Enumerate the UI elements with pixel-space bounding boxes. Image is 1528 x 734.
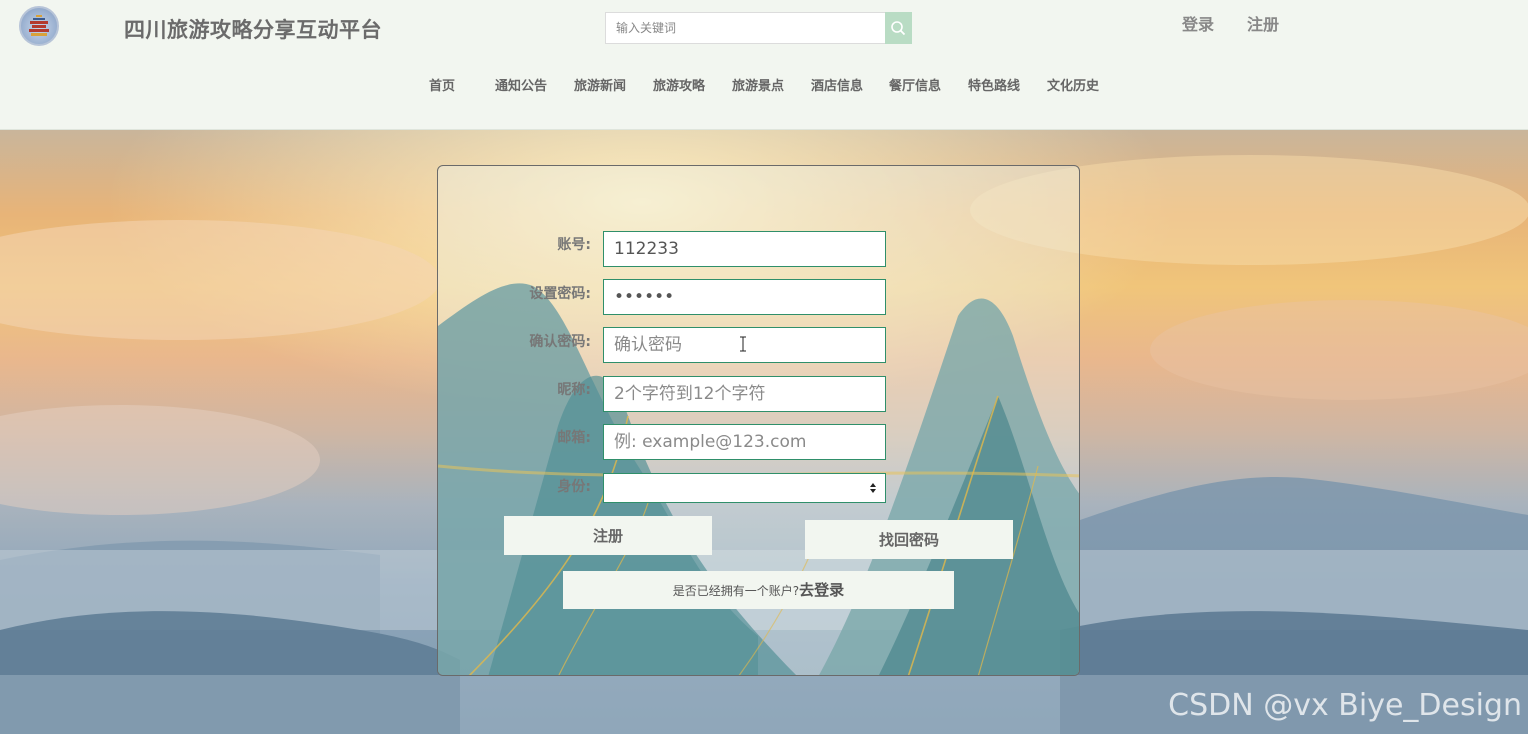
email-field[interactable] (603, 424, 886, 460)
nav-item-notices[interactable]: 通知公告 (495, 75, 547, 94)
password-field[interactable] (603, 279, 886, 315)
nav-item-news[interactable]: 旅游新闻 (574, 75, 626, 94)
email-label: 邮箱: (557, 430, 591, 446)
register-link[interactable]: 注册 (1247, 11, 1279, 35)
nickname-label: 昵称: (557, 382, 591, 398)
identity-label: 身份: (557, 479, 591, 495)
nav-item-restaurants[interactable]: 餐厅信息 (889, 75, 941, 94)
search-icon (891, 21, 906, 36)
nav-item-guides[interactable]: 旅游攻略 (653, 75, 705, 94)
go-login-link[interactable]: 是否已经拥有一个账户?去登录 (563, 571, 954, 609)
site-title: 四川旅游攻略分享互动平台 (124, 18, 382, 42)
nav-item-routes[interactable]: 特色路线 (968, 75, 1020, 94)
nav-item-home[interactable]: 首页 (429, 75, 455, 94)
password-label: 设置密码: (529, 286, 591, 302)
go-login-text[interactable]: 去登录 (799, 581, 844, 599)
search-bar (605, 12, 912, 44)
nav-item-attractions[interactable]: 旅游景点 (732, 75, 784, 94)
confirm-password-label: 确认密码: (529, 334, 591, 350)
account-label: 账号: (557, 237, 591, 253)
main-nav: 首页 通知公告 旅游新闻 旅游攻略 旅游景点 酒店信息 餐厅信息 特色路线 文化… (0, 75, 1528, 95)
watermark: CSDN @vx Biye_Design (1168, 688, 1522, 723)
recover-password-button[interactable]: 找回密码 (805, 520, 1013, 559)
text-cursor-icon (740, 336, 746, 352)
select-arrows-icon (870, 483, 876, 493)
account-field[interactable] (603, 231, 886, 267)
header: 四川旅游攻略分享互动平台 登录 注册 首页 通知公告 旅游新闻 旅游攻略 旅游景… (0, 0, 1528, 130)
login-prompt: 是否已经拥有一个账户? (672, 584, 800, 598)
nav-item-culture[interactable]: 文化历史 (1047, 75, 1099, 94)
temple-icon[interactable] (19, 6, 59, 46)
search-input[interactable] (605, 12, 885, 44)
nickname-field[interactable] (603, 376, 886, 412)
identity-select[interactable] (603, 473, 886, 503)
search-button[interactable] (885, 12, 912, 44)
register-button[interactable]: 注册 (504, 516, 712, 555)
nav-item-hotels[interactable]: 酒店信息 (811, 75, 863, 94)
login-link[interactable]: 登录 (1182, 11, 1214, 35)
